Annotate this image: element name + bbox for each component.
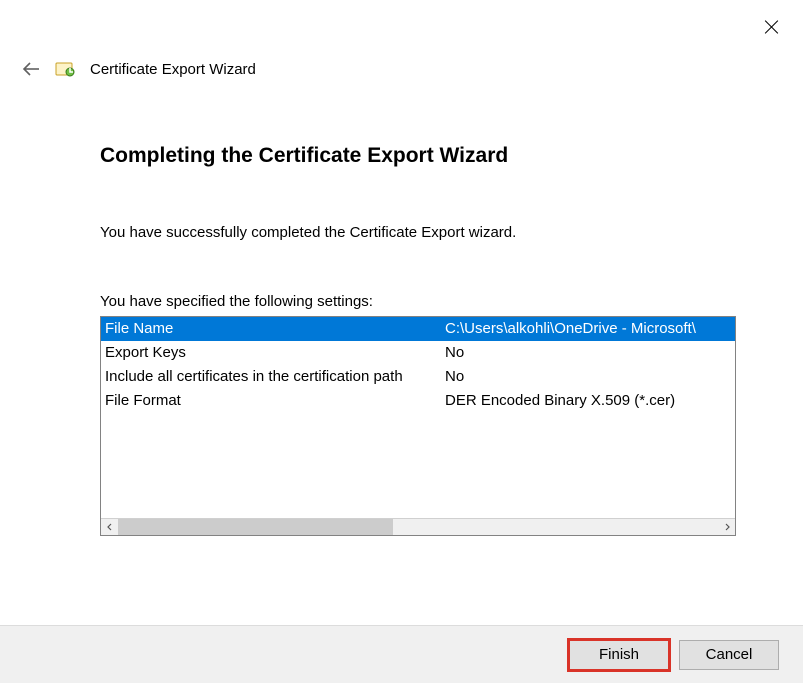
table-row[interactable]: Include all certificates in the certific… xyxy=(101,365,735,389)
settings-label: You have specified the following setting… xyxy=(100,293,733,310)
finish-button[interactable]: Finish xyxy=(569,640,669,670)
scroll-right-icon[interactable] xyxy=(718,519,735,535)
wizard-header: Certificate Export Wizard xyxy=(0,0,803,80)
table-row[interactable]: Export Keys No xyxy=(101,341,735,365)
close-icon[interactable] xyxy=(763,18,781,36)
table-row[interactable]: File Name C:\Users\alkohli\OneDrive - Mi… xyxy=(101,317,735,341)
horizontal-scrollbar[interactable] xyxy=(101,518,735,535)
setting-key: File Format xyxy=(105,389,445,413)
settings-table-body[interactable]: File Name C:\Users\alkohli\OneDrive - Mi… xyxy=(101,317,735,518)
setting-value: C:\Users\alkohli\OneDrive - Microsoft\ xyxy=(445,317,731,341)
scroll-left-icon[interactable] xyxy=(101,519,118,535)
setting-value: No xyxy=(445,365,731,389)
table-row[interactable]: File Format DER Encoded Binary X.509 (*.… xyxy=(101,389,735,413)
cancel-button[interactable]: Cancel xyxy=(679,640,779,670)
certificate-icon xyxy=(54,58,76,80)
back-arrow-icon[interactable] xyxy=(22,62,40,76)
page-heading: Completing the Certificate Export Wizard xyxy=(100,144,733,168)
setting-value: No xyxy=(445,341,731,365)
wizard-title: Certificate Export Wizard xyxy=(90,61,256,78)
scrollbar-track[interactable] xyxy=(118,519,718,535)
wizard-content: Completing the Certificate Export Wizard… xyxy=(0,80,803,536)
success-message: You have successfully completed the Cert… xyxy=(100,224,733,241)
setting-value: DER Encoded Binary X.509 (*.cer) xyxy=(445,389,731,413)
settings-table: File Name C:\Users\alkohli\OneDrive - Mi… xyxy=(100,316,736,536)
wizard-footer: Finish Cancel xyxy=(0,625,803,683)
scrollbar-thumb[interactable] xyxy=(118,519,393,535)
setting-key: Include all certificates in the certific… xyxy=(105,365,445,389)
setting-key: File Name xyxy=(105,317,445,341)
setting-key: Export Keys xyxy=(105,341,445,365)
